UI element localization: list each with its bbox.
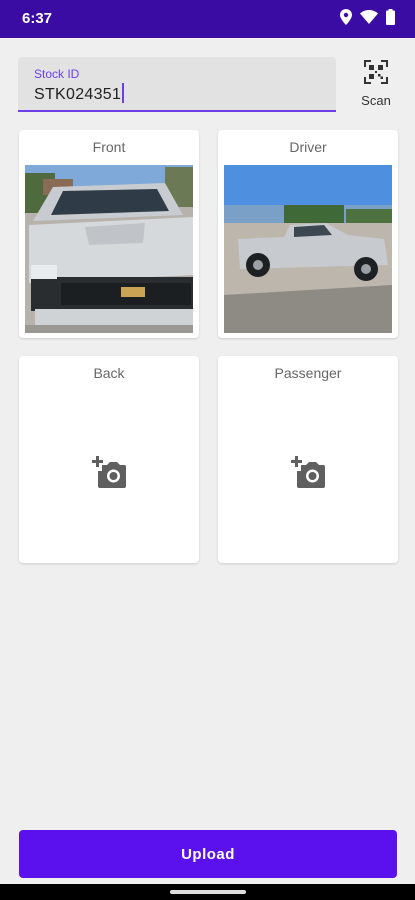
home-indicator[interactable] [170,890,246,894]
driver-photo [224,165,392,333]
upload-button[interactable]: Upload [19,830,397,878]
navigation-bar [0,884,415,900]
wifi-icon [360,10,378,24]
passenger-label: Passenger [274,365,342,381]
add-photo-icon[interactable] [92,456,126,490]
driver-photo-card[interactable]: Driver [218,130,398,338]
stock-id-label: Stock ID [34,67,80,81]
back-photo-card[interactable]: Back [19,356,199,563]
scan-button[interactable]: Scan [352,60,400,108]
status-icons [340,9,395,25]
front-photo-card[interactable]: Front [19,130,199,338]
qr-scan-icon [364,60,388,84]
stock-id-value: STK024351 [34,86,122,103]
back-label: Back [93,365,125,381]
front-label: Front [92,139,126,155]
stock-id-field[interactable]: Stock ID STK024351 [18,57,336,112]
passenger-photo-card[interactable]: Passenger [218,356,398,563]
front-photo [25,165,193,333]
scan-label: Scan [361,93,391,108]
location-icon [340,9,352,25]
status-bar: 6:37 [0,0,415,38]
text-cursor [122,83,125,103]
status-time: 6:37 [22,10,53,27]
driver-label: Driver [289,139,327,155]
battery-icon [386,9,395,25]
add-photo-icon[interactable] [291,456,325,490]
stock-id-input[interactable]: STK024351 [34,83,125,104]
